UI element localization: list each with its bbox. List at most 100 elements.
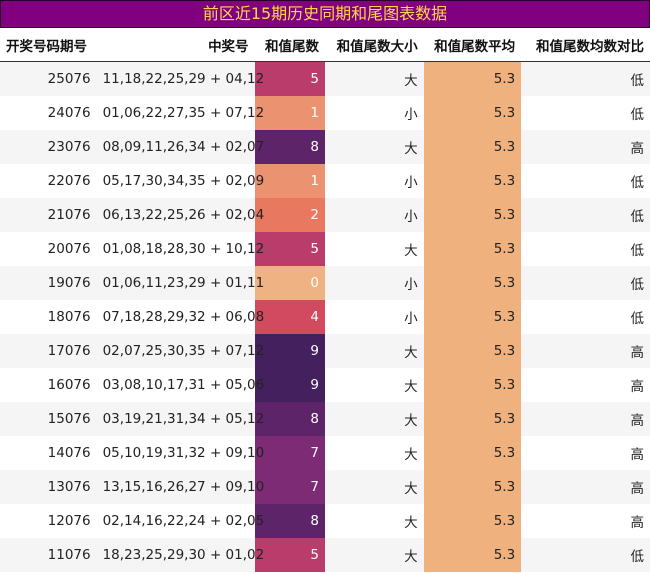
cell-issue: 16076 (0, 368, 97, 402)
cell-sum-tail: 7 (254, 436, 325, 470)
cell-compare: 低 (521, 198, 650, 232)
header-numbers[interactable]: 中奖号 (96, 28, 255, 62)
cell-size: 大 (324, 470, 424, 504)
cell-compare: 高 (521, 334, 650, 368)
cell-size: 大 (324, 232, 424, 266)
cell-numbers: 08,09,11,26,34 + 02,07 (96, 130, 264, 164)
cell-avg: 5.3 (423, 300, 522, 334)
table-row: 24076 01,06,22,27,35 + 07,12 1 小 5.3 低 (0, 96, 650, 130)
cell-compare: 低 (521, 300, 650, 334)
table-row: 15076 03,19,21,31,34 + 05,12 8 大 5.3 高 (0, 402, 650, 436)
cell-issue: 15076 (0, 402, 97, 436)
cell-numbers: 01,06,11,23,29 + 01,11 (96, 266, 264, 300)
lottery-history-table-view: 前区近15期历史同期和尾图表数据 开奖号码期号 中奖号 和值尾数 和值尾数大小 … (0, 0, 650, 573)
table-row: 25076 11,18,22,25,29 + 04,12 5 大 5.3 低 (0, 61, 650, 96)
cell-compare: 高 (521, 368, 650, 402)
cell-numbers: 13,15,16,26,27 + 09,10 (96, 470, 264, 504)
cell-sum-tail: 4 (254, 300, 325, 334)
cell-compare: 低 (521, 61, 650, 96)
cell-issue: 22076 (0, 164, 97, 198)
cell-compare: 高 (521, 504, 650, 538)
cell-issue: 12076 (0, 504, 97, 538)
cell-size: 小 (324, 266, 424, 300)
cell-numbers: 18,23,25,29,30 + 01,02 (96, 538, 264, 572)
cell-size: 小 (324, 164, 424, 198)
cell-avg: 5.3 (423, 504, 522, 538)
cell-numbers: 03,08,10,17,31 + 05,06 (96, 368, 264, 402)
cell-numbers: 03,19,21,31,34 + 05,12 (96, 402, 264, 436)
cell-size: 小 (324, 300, 424, 334)
cell-numbers: 02,07,25,30,35 + 07,12 (96, 334, 264, 368)
cell-size: 小 (324, 198, 424, 232)
cell-avg: 5.3 (423, 96, 522, 130)
cell-sum-tail: 5 (254, 538, 325, 572)
table-row: 22076 05,17,30,34,35 + 02,09 1 小 5.3 低 (0, 164, 650, 198)
table-row: 11076 18,23,25,29,30 + 01,02 5 大 5.3 低 (0, 538, 650, 572)
cell-sum-tail: 8 (254, 402, 325, 436)
cell-issue: 14076 (0, 436, 97, 470)
cell-issue: 18076 (0, 300, 97, 334)
cell-sum-tail: 2 (254, 198, 325, 232)
cell-compare: 高 (521, 130, 650, 164)
cell-avg: 5.3 (423, 164, 522, 198)
cell-size: 大 (324, 61, 424, 96)
cell-compare: 高 (521, 470, 650, 504)
table-title: 前区近15期历史同期和尾图表数据 (0, 0, 650, 28)
table-row: 18076 07,18,28,29,32 + 06,08 4 小 5.3 低 (0, 300, 650, 334)
cell-numbers: 11,18,22,25,29 + 04,12 (96, 61, 264, 96)
cell-size: 大 (324, 368, 424, 402)
cell-avg: 5.3 (423, 198, 522, 232)
table-row: 14076 05,10,19,31,32 + 09,10 7 大 5.3 高 (0, 436, 650, 470)
table-row: 23076 08,09,11,26,34 + 02,07 8 大 5.3 高 (0, 130, 650, 164)
table-row: 19076 01,06,11,23,29 + 01,11 0 小 5.3 低 (0, 266, 650, 300)
cell-issue: 13076 (0, 470, 97, 504)
cell-issue: 20076 (0, 232, 97, 266)
cell-avg: 5.3 (423, 266, 522, 300)
cell-issue: 24076 (0, 96, 97, 130)
cell-size: 大 (324, 504, 424, 538)
table-row: 12076 02,14,16,22,24 + 02,05 8 大 5.3 高 (0, 504, 650, 538)
header-avg[interactable]: 和值尾数平均 (423, 28, 522, 62)
header-size[interactable]: 和值尾数大小 (324, 28, 424, 62)
cell-issue: 23076 (0, 130, 97, 164)
cell-numbers: 02,14,16,22,24 + 02,05 (96, 504, 264, 538)
cell-compare: 低 (521, 538, 650, 572)
table-row: 16076 03,08,10,17,31 + 05,06 9 大 5.3 高 (0, 368, 650, 402)
cell-size: 大 (324, 402, 424, 436)
cell-sum-tail: 9 (254, 334, 325, 368)
cell-compare: 低 (521, 96, 650, 130)
cell-avg: 5.3 (423, 232, 522, 266)
table-row: 21076 06,13,22,25,26 + 02,04 2 小 5.3 低 (0, 198, 650, 232)
cell-sum-tail: 1 (254, 164, 325, 198)
header-sum-tail[interactable]: 和值尾数 (254, 28, 325, 62)
cell-size: 大 (324, 436, 424, 470)
cell-size: 小 (324, 96, 424, 130)
table-row: 17076 02,07,25,30,35 + 07,12 9 大 5.3 高 (0, 334, 650, 368)
cell-sum-tail: 8 (254, 130, 325, 164)
cell-avg: 5.3 (423, 402, 522, 436)
history-table: 开奖号码期号 中奖号 和值尾数 和值尾数大小 和值尾数平均 和值尾数均数对比 2… (0, 28, 650, 572)
cell-sum-tail: 1 (254, 96, 325, 130)
cell-avg: 5.3 (423, 538, 522, 572)
cell-avg: 5.3 (423, 368, 522, 402)
cell-sum-tail: 8 (254, 504, 325, 538)
table-row: 20076 01,08,18,28,30 + 10,12 5 大 5.3 低 (0, 232, 650, 266)
cell-size: 大 (324, 130, 424, 164)
cell-sum-tail: 0 (254, 266, 325, 300)
cell-sum-tail: 5 (254, 61, 325, 96)
header-row: 开奖号码期号 中奖号 和值尾数 和值尾数大小 和值尾数平均 和值尾数均数对比 (0, 28, 650, 62)
cell-compare: 高 (521, 402, 650, 436)
cell-avg: 5.3 (423, 436, 522, 470)
cell-avg: 5.3 (423, 130, 522, 164)
cell-sum-tail: 7 (254, 470, 325, 504)
cell-compare: 低 (521, 164, 650, 198)
header-issue[interactable]: 开奖号码期号 (0, 28, 97, 62)
cell-avg: 5.3 (423, 470, 522, 504)
header-compare[interactable]: 和值尾数均数对比 (521, 28, 650, 62)
table-body: 25076 11,18,22,25,29 + 04,12 5 大 5.3 低 24076 01… (0, 61, 650, 572)
cell-compare: 低 (521, 232, 650, 266)
cell-size: 大 (324, 334, 424, 368)
cell-numbers: 05,10,19,31,32 + 09,10 (96, 436, 264, 470)
table-row: 13076 13,15,16,26,27 + 09,10 7 大 5.3 高 (0, 470, 650, 504)
cell-issue: 11076 (0, 538, 97, 572)
